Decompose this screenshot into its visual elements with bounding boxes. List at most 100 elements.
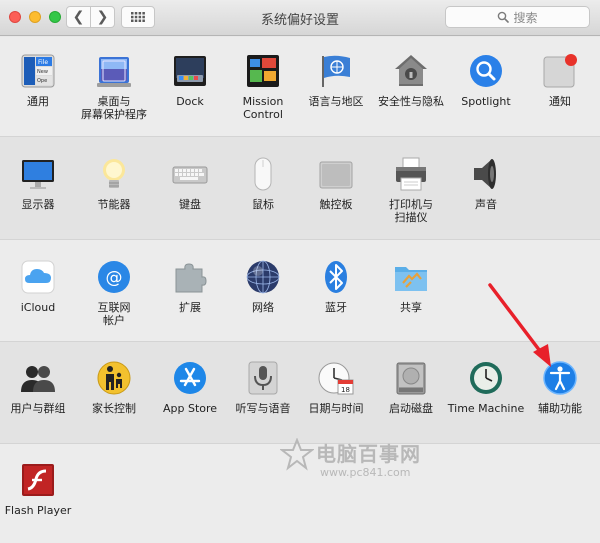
- pane-network[interactable]: 网络: [225, 259, 301, 314]
- accessibility-icon: [543, 361, 577, 395]
- pane-displays[interactable]: 显示器: [0, 156, 76, 211]
- flash-icon: [22, 464, 54, 496]
- close-window-button[interactable]: [9, 11, 21, 23]
- speaker-icon: [474, 159, 496, 189]
- parental-controls-icon: [97, 361, 131, 395]
- hard-disk-icon: [396, 362, 426, 395]
- pane-app-store[interactable]: App Store: [152, 360, 228, 415]
- title-bar: ❮ ❯ 系统偏好设置 搜索: [0, 0, 600, 36]
- pane-parental-controls[interactable]: 家长控制: [76, 360, 152, 415]
- notifications-icon: [543, 54, 577, 88]
- pane-sound[interactable]: 声音: [448, 156, 524, 211]
- general-icon: File New Ope: [21, 54, 55, 88]
- pane-label: 语言与地区: [308, 95, 364, 108]
- pane-label: 打印机与 扫描仪: [389, 198, 433, 224]
- microphone-icon: [248, 361, 278, 395]
- pane-row-other: [0, 444, 600, 543]
- pane-label: 通用: [27, 95, 49, 108]
- pane-label: 鼠标: [252, 198, 274, 211]
- pane-mouse[interactable]: 鼠标: [225, 156, 301, 211]
- internet-accounts-icon: @: [98, 261, 130, 293]
- grid-icon: [131, 12, 145, 22]
- mouse-icon: [254, 157, 272, 191]
- lightbulb-icon: [103, 159, 125, 188]
- pane-dictation-speech[interactable]: 听写与语音: [225, 360, 301, 415]
- keyboard-icon: [172, 166, 208, 184]
- pane-label: Mission Control: [242, 95, 284, 121]
- pane-security-privacy[interactable]: 安全性与隐私: [373, 53, 449, 108]
- pane-keyboard[interactable]: 键盘: [152, 156, 228, 211]
- pane-users-groups[interactable]: 用户与群组: [0, 360, 76, 415]
- pane-label: App Store: [162, 402, 218, 415]
- pane-label: Time Machine: [447, 402, 525, 415]
- pane-time-machine[interactable]: Time Machine: [448, 360, 524, 415]
- pane-notifications[interactable]: 通知: [522, 53, 598, 108]
- pane-label: Spotlight: [461, 95, 511, 108]
- pane-label: 用户与群组: [10, 402, 66, 415]
- pane-flash-player[interactable]: Flash Player: [0, 462, 76, 517]
- pane-bluetooth[interactable]: 蓝牙: [298, 259, 374, 314]
- pane-energy-saver[interactable]: 节能器: [76, 156, 152, 211]
- svg-text:@: @: [106, 268, 123, 288]
- pane-label: 互联网 帐户: [97, 301, 131, 327]
- pane-label: 触控板: [319, 198, 353, 211]
- spotlight-icon: [470, 55, 502, 87]
- pane-label: 网络: [252, 301, 274, 314]
- sharing-folder-icon: [395, 267, 427, 291]
- pane-label: 听写与语音: [235, 402, 291, 415]
- pane-label: 声音: [475, 198, 497, 211]
- back-button[interactable]: ❮: [66, 6, 91, 28]
- pane-label: 安全性与隐私: [378, 95, 444, 108]
- pane-language-region[interactable]: 语言与地区: [298, 53, 374, 108]
- svg-text:New: New: [37, 69, 48, 75]
- pane-printers-scanners[interactable]: 打印机与 扫描仪: [373, 156, 449, 224]
- chevron-right-icon: ❯: [96, 9, 109, 25]
- pane-label: iCloud: [20, 301, 56, 314]
- pane-spotlight[interactable]: Spotlight: [448, 53, 524, 108]
- clock-calendar-icon: 18: [318, 362, 354, 395]
- pane-dock[interactable]: Dock: [152, 53, 228, 108]
- search-placeholder: 搜索: [513, 10, 538, 25]
- pane-label: 扩展: [179, 301, 201, 314]
- pane-general[interactable]: File New Ope 通用: [0, 53, 76, 108]
- svg-text:File: File: [38, 59, 48, 66]
- pane-label: 启动磁盘: [389, 402, 433, 415]
- globe-icon: [246, 260, 280, 294]
- desktop-screensaver-icon: [97, 57, 131, 87]
- pane-label: Flash Player: [4, 504, 72, 517]
- dock-icon: [174, 56, 206, 86]
- pane-label: 键盘: [179, 198, 201, 211]
- pane-trackpad[interactable]: 触控板: [298, 156, 374, 211]
- display-icon: [22, 160, 54, 189]
- pane-internet-accounts[interactable]: @ 互联网 帐户: [76, 259, 152, 327]
- search-field[interactable]: 搜索: [445, 6, 590, 28]
- bluetooth-icon: [325, 261, 347, 293]
- flag-icon: [322, 55, 350, 87]
- svg-text:Ope: Ope: [37, 78, 47, 84]
- trackpad-icon: [319, 161, 353, 189]
- minimize-window-button[interactable]: [29, 11, 41, 23]
- pane-icloud[interactable]: iCloud: [0, 259, 76, 314]
- pane-label: 辅助功能: [538, 402, 582, 415]
- pane-label: 家长控制: [92, 402, 136, 415]
- app-store-icon: [174, 362, 206, 394]
- security-house-icon: [395, 55, 427, 86]
- mission-control-icon: [247, 55, 279, 87]
- show-all-button[interactable]: [121, 6, 155, 28]
- pane-sharing[interactable]: 共享: [373, 259, 449, 314]
- zoom-window-button[interactable]: [49, 11, 61, 23]
- pane-extensions[interactable]: 扩展: [152, 259, 228, 314]
- forward-button[interactable]: ❯: [90, 6, 115, 28]
- pane-accessibility[interactable]: 辅助功能: [522, 360, 598, 415]
- pane-mission-control[interactable]: Mission Control: [225, 53, 301, 121]
- pane-label: 蓝牙: [325, 301, 347, 314]
- printer-icon: [396, 157, 426, 191]
- pane-label: 桌面与 屏幕保护程序: [81, 95, 147, 121]
- puzzle-icon: [175, 263, 207, 293]
- pane-startup-disk[interactable]: 启动磁盘: [373, 360, 449, 415]
- pane-date-time[interactable]: 18 日期与时间: [298, 360, 374, 415]
- pane-label: 共享: [400, 301, 422, 314]
- time-machine-icon: [470, 362, 502, 394]
- pane-label: 日期与时间: [308, 402, 364, 415]
- pane-desktop-screensaver[interactable]: 桌面与 屏幕保护程序: [76, 53, 152, 121]
